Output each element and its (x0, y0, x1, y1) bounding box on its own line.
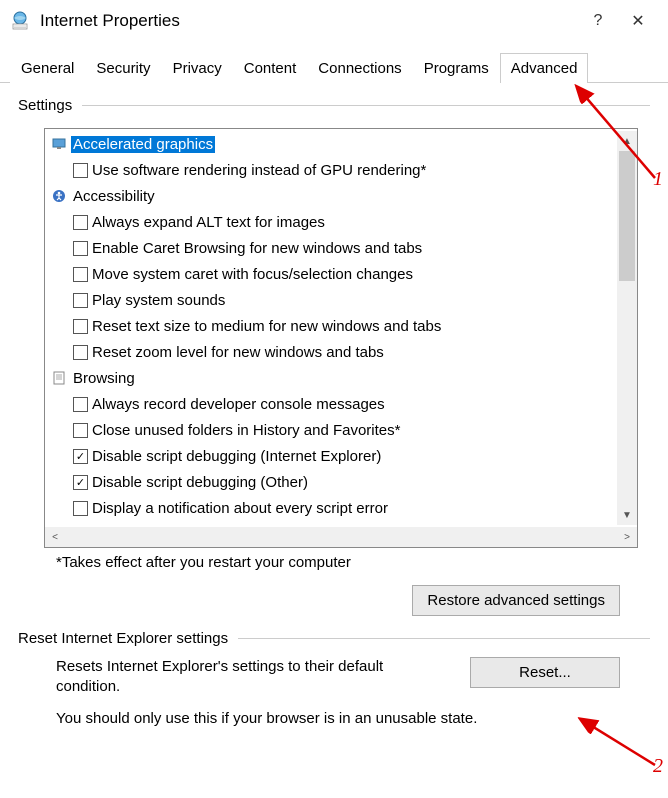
settings-group: Settings Accelerated graphics Use softwar… (18, 97, 650, 616)
checkbox[interactable] (73, 267, 88, 282)
reset-warning: You should only use this if your browser… (56, 710, 620, 727)
tree-item-label: Enable Caret Browsing for new windows an… (92, 240, 422, 257)
internet-options-icon (10, 11, 30, 31)
reset-description: Resets Internet Explorer's settings to t… (56, 657, 450, 696)
divider (82, 105, 650, 106)
tree-item[interactable]: Always expand ALT text for images (45, 209, 617, 235)
settings-tree[interactable]: Accelerated graphics Use software renderi… (44, 128, 638, 548)
scroll-right-icon[interactable]: > (617, 532, 637, 543)
window-title: Internet Properties (40, 11, 578, 31)
horizontal-scrollbar[interactable]: < > (45, 527, 637, 547)
tab-security[interactable]: Security (85, 53, 161, 83)
checkbox[interactable] (73, 215, 88, 230)
checkbox[interactable] (73, 345, 88, 360)
doc-icon (51, 370, 67, 386)
checkbox[interactable] (73, 293, 88, 308)
tree-item-label: Close unused folders in History and Favo… (92, 422, 400, 439)
tree-item[interactable]: Reset zoom level for new windows and tab… (45, 339, 617, 365)
tree-item-label: Move system caret with focus/selection c… (92, 266, 413, 283)
tree-item[interactable]: Close unused folders in History and Favo… (45, 417, 617, 443)
tree-item[interactable]: Enable Caret Browsing for new windows an… (45, 235, 617, 261)
tab-strip: General Security Privacy Content Connect… (0, 42, 668, 83)
tree-item[interactable]: Move system caret with focus/selection c… (45, 261, 617, 287)
tree-item-label: Disable script debugging (Internet Explo… (92, 448, 381, 465)
tab-general[interactable]: General (10, 53, 85, 83)
access-icon (51, 188, 67, 204)
tab-content[interactable]: Content (233, 53, 308, 83)
tree-category[interactable]: Accelerated graphics (45, 131, 617, 157)
tab-programs[interactable]: Programs (413, 53, 500, 83)
checkbox[interactable] (73, 423, 88, 438)
scroll-down-icon[interactable]: ▼ (617, 505, 637, 525)
tree-item[interactable]: Display a notification about every scrip… (45, 495, 617, 521)
tree-category[interactable]: Browsing (45, 365, 617, 391)
annotation-1: 1 (653, 168, 663, 191)
tree-item-label: Disable script debugging (Other) (92, 474, 308, 491)
tree-item[interactable]: Use software rendering instead of GPU re… (45, 157, 617, 183)
tab-advanced[interactable]: Advanced (500, 53, 589, 83)
scroll-thumb[interactable] (619, 151, 635, 281)
tree-item-label: Always expand ALT text for images (92, 214, 325, 231)
tree-item[interactable]: Play system sounds (45, 287, 617, 313)
annotation-2: 2 (653, 755, 663, 778)
tree-item-label: Display a notification about every scrip… (92, 500, 388, 517)
checkbox[interactable] (73, 163, 88, 178)
tree-item-label: Reset zoom level for new windows and tab… (92, 344, 384, 361)
titlebar: Internet Properties ? ✕ (0, 0, 668, 42)
tree-item-label: Always record developer console messages (92, 396, 385, 413)
scroll-up-icon[interactable]: ▲ (617, 131, 637, 151)
checkbox[interactable] (73, 241, 88, 256)
reset-group: Reset Internet Explorer settings Resets … (18, 630, 650, 727)
checkbox[interactable] (73, 319, 88, 334)
tree-category-label: Accessibility (71, 188, 157, 205)
tree-item[interactable]: ✓ Disable script debugging (Other) (45, 469, 617, 495)
reset-group-label: Reset Internet Explorer settings (18, 630, 228, 647)
tab-privacy[interactable]: Privacy (162, 53, 233, 83)
tree-item[interactable]: Reset text size to medium for new window… (45, 313, 617, 339)
checkbox[interactable]: ✓ (73, 449, 88, 464)
reset-button[interactable]: Reset... (470, 657, 620, 688)
tree-item[interactable]: ✓ Disable script debugging (Internet Expl… (45, 443, 617, 469)
divider (238, 638, 650, 639)
restore-advanced-button[interactable]: Restore advanced settings (412, 585, 620, 616)
tree-item[interactable]: Always record developer console messages (45, 391, 617, 417)
restart-note: *Takes effect after you restart your com… (56, 554, 638, 571)
close-button[interactable]: ✕ (618, 11, 658, 31)
tree-item-label: Use software rendering instead of GPU re… (92, 162, 426, 179)
checkbox[interactable] (73, 501, 88, 516)
scroll-left-icon[interactable]: < (45, 532, 65, 543)
checkbox[interactable] (73, 397, 88, 412)
monitor-icon (51, 136, 67, 152)
help-button[interactable]: ? (578, 12, 618, 30)
checkbox[interactable]: ✓ (73, 475, 88, 490)
tree-category-label: Browsing (71, 370, 137, 387)
vertical-scrollbar[interactable]: ▲ ▼ (617, 131, 637, 525)
settings-label: Settings (18, 97, 72, 114)
tree-item-label: Play system sounds (92, 292, 225, 309)
tree-category[interactable]: Accessibility (45, 183, 617, 209)
tree-item-label: Reset text size to medium for new window… (92, 318, 441, 335)
tree-category-label: Accelerated graphics (71, 136, 215, 153)
tab-connections[interactable]: Connections (307, 53, 412, 83)
